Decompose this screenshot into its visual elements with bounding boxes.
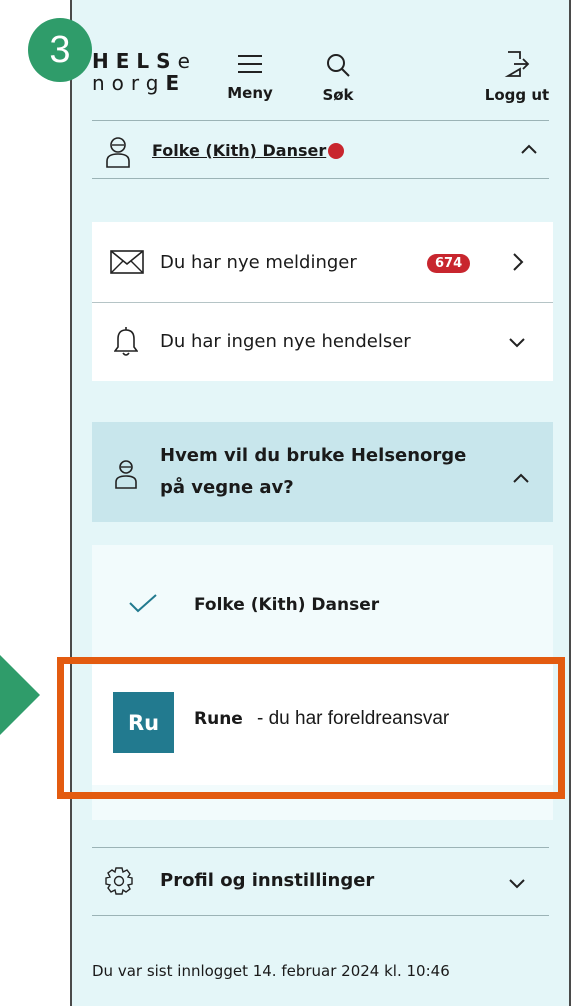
checkmark-icon: [129, 594, 157, 613]
user-name[interactable]: Folke (Kith) Danser: [152, 141, 326, 160]
messages-label: Du har nye meldinger: [160, 252, 357, 273]
events-label: Du har ingen nye hendelser: [160, 331, 411, 352]
chevron-down-icon: [509, 879, 525, 889]
menu-label: Meny: [227, 84, 273, 102]
pointer-arrow: [0, 655, 40, 735]
messages-row[interactable]: Du har nye meldinger 674: [92, 222, 553, 302]
chevron-down-icon: [509, 338, 525, 348]
chevron-up-icon: [521, 144, 537, 154]
logout-label: Logg ut: [484, 86, 550, 104]
gear-icon: [105, 867, 133, 895]
user-toggle[interactable]: Folke (Kith) Danser: [72, 125, 569, 177]
search-icon: [327, 54, 350, 77]
chevron-right-icon: [513, 253, 524, 271]
events-row[interactable]: Du har ingen nye hendelser: [92, 302, 553, 381]
last-login-text: Du var sist innlogget 14. februar 2024 k…: [92, 962, 450, 980]
represent-toggle[interactable]: Hvem vil du bruke Helsenorge på vegne av…: [92, 422, 553, 522]
logout-button[interactable]: Logg ut: [477, 50, 557, 104]
logout-icon: [504, 51, 530, 77]
hamburger-icon: [238, 55, 262, 73]
person-icon: [115, 460, 137, 489]
unread-indicator-dot: [328, 143, 344, 159]
profile-bottom-divider: [92, 915, 549, 916]
helsenorge-logo[interactable]: HELSe norgE: [92, 50, 197, 94]
envelope-icon: [110, 250, 144, 274]
chevron-up-icon: [513, 473, 529, 483]
search-button[interactable]: Søk: [310, 52, 366, 104]
step-badge: 3: [28, 18, 92, 82]
highlight-box: [57, 657, 565, 799]
search-label: Søk: [322, 86, 354, 104]
header-divider: [92, 120, 549, 121]
profile-settings-toggle[interactable]: Profil og innstillinger: [72, 850, 569, 915]
menu-button[interactable]: Meny: [220, 52, 280, 102]
profile-label: Profil og innstillinger: [160, 870, 375, 891]
person-icon: [106, 137, 130, 168]
option-self[interactable]: Folke (Kith) Danser: [92, 575, 553, 645]
messages-count-badge: 674: [427, 254, 471, 273]
phone-screen: HELSe norgE Meny Søk Logg ut Folke (Kith…: [70, 0, 571, 1006]
profile-top-divider: [92, 847, 549, 848]
option-self-name: Folke (Kith) Danser: [194, 595, 380, 615]
represent-title: Hvem vil du bruke Helsenorge på vegne av…: [160, 445, 467, 498]
user-divider: [92, 178, 549, 179]
top-header: HELSe norgE Meny Søk Logg ut: [72, 0, 569, 120]
bell-icon: [114, 327, 138, 356]
